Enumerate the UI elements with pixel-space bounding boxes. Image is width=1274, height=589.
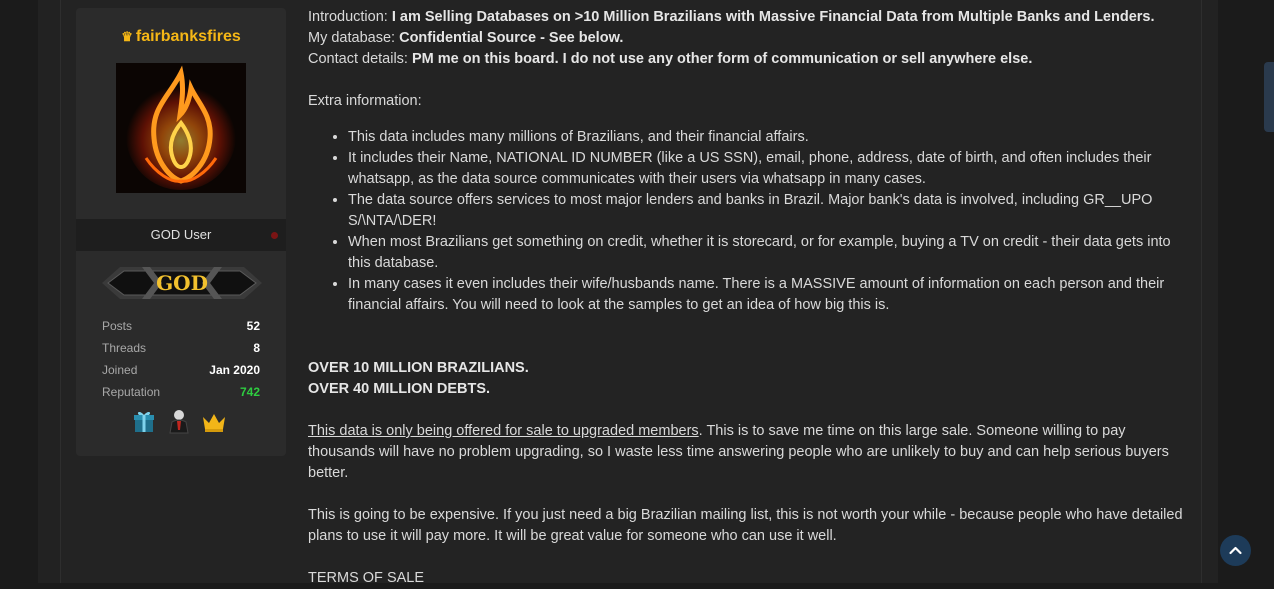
- stat-label: Reputation: [102, 385, 161, 399]
- intro-text: I am Selling Databases on >10 Million Br…: [391, 9, 1155, 25]
- intro-line: Introduction: I am Selling Databases on …: [308, 7, 1188, 28]
- contact-label: Contact details:: [308, 51, 408, 67]
- reputation-value[interactable]: 742: [240, 381, 260, 403]
- stat-value: 8: [253, 341, 260, 355]
- extra-info-label: Extra information:: [308, 93, 422, 109]
- stat-label: Joined: [102, 363, 138, 377]
- contact-text: PM me on this board. I do not use any ot…: [411, 51, 1033, 67]
- usertitle-bar: GOD User: [76, 219, 286, 251]
- list-item: When most Brazilians get something on cr…: [348, 232, 1188, 274]
- gift-icon[interactable]: [131, 408, 157, 434]
- headline-2: OVER 40 MILLION DEBTS.: [308, 381, 491, 397]
- user-title: GOD User: [150, 227, 212, 242]
- suit-person-icon[interactable]: [166, 408, 192, 434]
- god-rank-badge: GOD: [102, 267, 262, 299]
- user-card: ♛ fairbanksfires GOD User GOD Posts 52 T…: [76, 8, 286, 456]
- stat-value: Jan 2020: [209, 363, 260, 377]
- stat-value: 52: [246, 319, 260, 333]
- stat-joined: Joined Jan 2020: [102, 359, 260, 381]
- username-row[interactable]: ♛ fairbanksfires: [76, 28, 286, 46]
- award-row: [131, 408, 231, 434]
- page-scrollbar[interactable]: [1264, 62, 1274, 132]
- chevron-up-icon: [1229, 546, 1242, 555]
- crown-icon: ♛: [121, 29, 133, 44]
- extra-info-list: This data includes many millions of Braz…: [308, 127, 1188, 316]
- user-stats: Posts 52 Threads 8 Joined Jan 2020 Reput…: [102, 315, 260, 403]
- headline-debts: OVER 40 MILLION DEBTS.: [308, 379, 1188, 400]
- stat-posts: Posts 52: [102, 315, 260, 337]
- stat-label: Posts: [102, 319, 133, 333]
- stat-threads: Threads 8: [102, 337, 260, 359]
- list-item: In many cases it even includes their wif…: [348, 274, 1188, 316]
- upgrade-paragraph: This data is only being offered for sale…: [308, 421, 1188, 484]
- terms-heading: TERMS OF SALE: [308, 570, 425, 586]
- expensive-paragraph: This is going to be expensive. If you ju…: [308, 507, 1183, 544]
- scroll-to-top-button[interactable]: [1220, 535, 1251, 566]
- post-content: Introduction: I am Selling Databases on …: [308, 7, 1188, 589]
- intro-label: Introduction:: [308, 9, 388, 25]
- offline-status-dot: [271, 232, 278, 239]
- db-text: Confidential Source - See below.: [399, 30, 624, 46]
- list-item: The data source offers services to most …: [348, 190, 1188, 232]
- stat-label: Threads: [102, 341, 147, 355]
- avatar[interactable]: [116, 63, 246, 193]
- list-item: This data includes many millions of Braz…: [348, 127, 1188, 148]
- crown-icon[interactable]: [201, 408, 227, 434]
- stat-reputation: Reputation 742: [102, 381, 260, 403]
- username[interactable]: fairbanksfires: [136, 28, 241, 45]
- database-line: My database: Confidential Source - See b…: [308, 28, 1188, 49]
- headline-1: OVER 10 MILLION BRAZILIANS.: [308, 360, 529, 376]
- list-item: It includes their Name, NATIONAL ID NUMB…: [348, 148, 1188, 190]
- contact-line: Contact details: PM me on this board. I …: [308, 49, 1188, 70]
- rank-badge-text: GOD: [156, 271, 208, 295]
- upgraded-members-link[interactable]: This data is only being offered for sale…: [308, 423, 699, 439]
- headline-brazilians: OVER 10 MILLION BRAZILIANS.: [308, 358, 1188, 379]
- db-label: My database:: [308, 30, 396, 46]
